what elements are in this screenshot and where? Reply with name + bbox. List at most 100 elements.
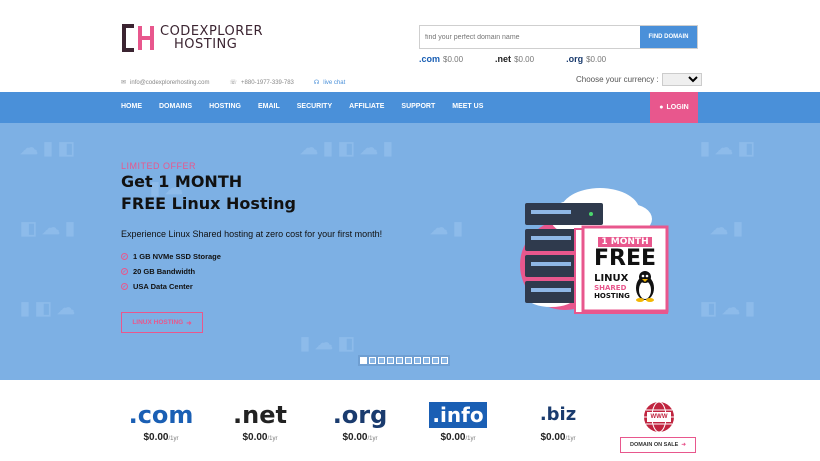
badge-line3: LINUX	[594, 272, 629, 284]
slide-dot[interactable]	[396, 357, 403, 364]
tld-ext: .org	[566, 54, 584, 64]
tld-ext: .net	[495, 54, 512, 64]
domain-biz[interactable]: .biz $0.00/1yr	[518, 402, 598, 443]
hero-description: Experience Linux Shared hosting at zero …	[121, 229, 383, 239]
logo-text: CODEXPLORER HOSTING	[160, 25, 263, 51]
linux-hosting-button[interactable]: LINUX HOSTING ➜	[121, 312, 203, 333]
tld-org[interactable]: .org $0.00	[566, 54, 606, 64]
linux-hosting-label: LINUX HOSTING	[132, 319, 184, 326]
domain-period: /1yr	[267, 436, 278, 442]
slide-dot[interactable]	[414, 357, 421, 364]
phone-icon: ☏	[229, 80, 238, 86]
domain-ext: .org	[332, 401, 388, 429]
domain-price: $0.00	[540, 432, 566, 443]
domain-price: $0.00	[342, 432, 368, 443]
find-domain-button[interactable]: FIND DOMAIN	[640, 26, 697, 48]
feature-list: ✓ 1 GB NVMe SSD Storage ✓ 20 GB Bandwidth …	[121, 252, 382, 291]
contact-phone[interactable]: ☏ +880-1977-339-783	[229, 79, 294, 87]
tux-penguin-icon	[635, 271, 654, 302]
contact-email[interactable]: ✉ info@codexplorerhosting.com	[121, 79, 210, 87]
slide-dot[interactable]	[405, 357, 412, 364]
currency-select[interactable]	[661, 73, 702, 86]
domain-ext: .net	[233, 401, 287, 429]
domain-ext: .info	[429, 402, 487, 428]
slide-dot[interactable]	[441, 357, 448, 364]
nav-meet-us[interactable]: MEET US	[452, 103, 483, 110]
headset-icon: ☊	[313, 80, 320, 86]
domain-com[interactable]: .com $0.00/1yr	[121, 402, 201, 443]
domain-search-input[interactable]	[420, 26, 640, 48]
user-icon: ●	[659, 104, 664, 111]
tld-price: $0.00	[443, 54, 464, 64]
domain-period: /1yr	[367, 436, 378, 442]
tld-price: $0.00	[586, 54, 607, 64]
domain-ext: .com	[128, 401, 194, 429]
nav-home[interactable]: HOME	[121, 103, 142, 110]
badge-line5: HOSTING	[594, 291, 630, 300]
nav-affiliate[interactable]: AFFILIATE	[349, 103, 384, 110]
domain-net[interactable]: .net $0.00/1yr	[220, 402, 300, 443]
badge-line2: FREE	[593, 246, 657, 271]
check-icon: ✓	[121, 253, 128, 260]
slide-dot[interactable]	[378, 357, 385, 364]
live-chat-link[interactable]: ☊ live chat	[313, 79, 345, 87]
hero-banner: ☁ ▮ ◧ ▮ ☁ ◧ ☁ ▮ ▮ ◧ ☁ ☁ ▮ ◧ ☁ ▮ ☁ ▮ ▮ ☁ …	[0, 123, 820, 380]
domain-on-sale-label: DOMAIN ON SALE	[630, 442, 679, 448]
feature-text: 1 GB NVMe SSD Storage	[133, 252, 221, 261]
check-icon: ✓	[121, 268, 128, 275]
nav-security[interactable]: SECURITY	[297, 103, 332, 110]
nav-email[interactable]: EMAIL	[258, 103, 280, 110]
login-button[interactable]: ● LOGIN	[650, 92, 698, 123]
domain-price: $0.00	[440, 432, 466, 443]
slider-dots	[358, 355, 450, 366]
promo-badge: 1 MONTH FREE LINUX SHARED HOSTING	[585, 229, 665, 302]
tld-price: $0.00	[514, 54, 535, 64]
nav-hosting[interactable]: HOSTING	[209, 103, 241, 110]
www-globe-icon: WWW	[640, 398, 678, 439]
slide-dot[interactable]	[432, 357, 439, 364]
logo-mark	[122, 24, 156, 52]
feature-item: ✓ 1 GB NVMe SSD Storage	[121, 252, 382, 261]
feature-item: ✓ 20 GB Bandwidth	[121, 267, 382, 276]
hero-title-line1: Get 1 MONTH	[121, 172, 243, 191]
site-header: CODEXPLORER HOSTING FIND DOMAIN .com $0.…	[0, 0, 820, 92]
phone-text: +880-1977-339-783	[241, 79, 294, 86]
arrow-right-icon: ➜	[186, 319, 192, 327]
domain-search: FIND DOMAIN	[419, 25, 698, 49]
check-icon: ✓	[121, 283, 128, 290]
domain-ext: .biz	[539, 404, 577, 425]
slide-dot[interactable]	[387, 357, 394, 364]
domain-period: /1yr	[168, 436, 179, 442]
nav-domains[interactable]: DOMAINS	[159, 103, 192, 110]
offer-label: LIMITED OFFER	[121, 161, 197, 171]
domain-on-sale-button[interactable]: DOMAIN ON SALE ➜	[620, 437, 696, 453]
badge-line4: SHARED	[594, 283, 627, 292]
slide-dot[interactable]	[423, 357, 430, 364]
www-label: WWW	[650, 414, 668, 420]
hero-content: LIMITED OFFER Get 1 MONTH FREE Linux Hos…	[121, 161, 382, 297]
login-label: LOGIN	[666, 104, 689, 111]
tld-com[interactable]: .com $0.00	[419, 54, 463, 64]
feature-text: USA Data Center	[133, 282, 193, 291]
top-tld-prices: .com $0.00 .net $0.00 .org $0.00	[419, 54, 638, 64]
arrow-right-icon: ➜	[681, 442, 686, 448]
contact-bar: ✉ info@codexplorerhosting.com ☏ +880-197…	[121, 79, 345, 87]
hero-title-line2: FREE Linux Hosting	[121, 194, 296, 213]
domain-period: /1yr	[465, 436, 476, 442]
domain-org[interactable]: .org $0.00/1yr	[320, 402, 400, 443]
hero-illustration: 1 MONTH FREE LINUX SHARED HOSTING	[515, 177, 685, 327]
domain-info[interactable]: .info $0.00/1yr	[418, 402, 498, 443]
tld-ext: .com	[419, 54, 441, 64]
logo[interactable]: CODEXPLORER HOSTING	[122, 24, 263, 52]
nav-support[interactable]: SUPPORT	[401, 103, 435, 110]
feature-text: 20 GB Bandwidth	[133, 267, 196, 276]
currency-chooser: Choose your currency :	[576, 73, 702, 86]
domain-prices: .com $0.00/1yr .net $0.00/1yr .org $0.00…	[0, 380, 820, 461]
tld-net[interactable]: .net $0.00	[495, 54, 534, 64]
slide-dot[interactable]	[369, 357, 376, 364]
feature-item: ✓ USA Data Center	[121, 282, 382, 291]
brand-line2: HOSTING	[174, 37, 238, 52]
email-text: info@codexplorerhosting.com	[130, 79, 210, 86]
domain-period: /1yr	[565, 436, 576, 442]
slide-dot[interactable]	[360, 357, 367, 364]
